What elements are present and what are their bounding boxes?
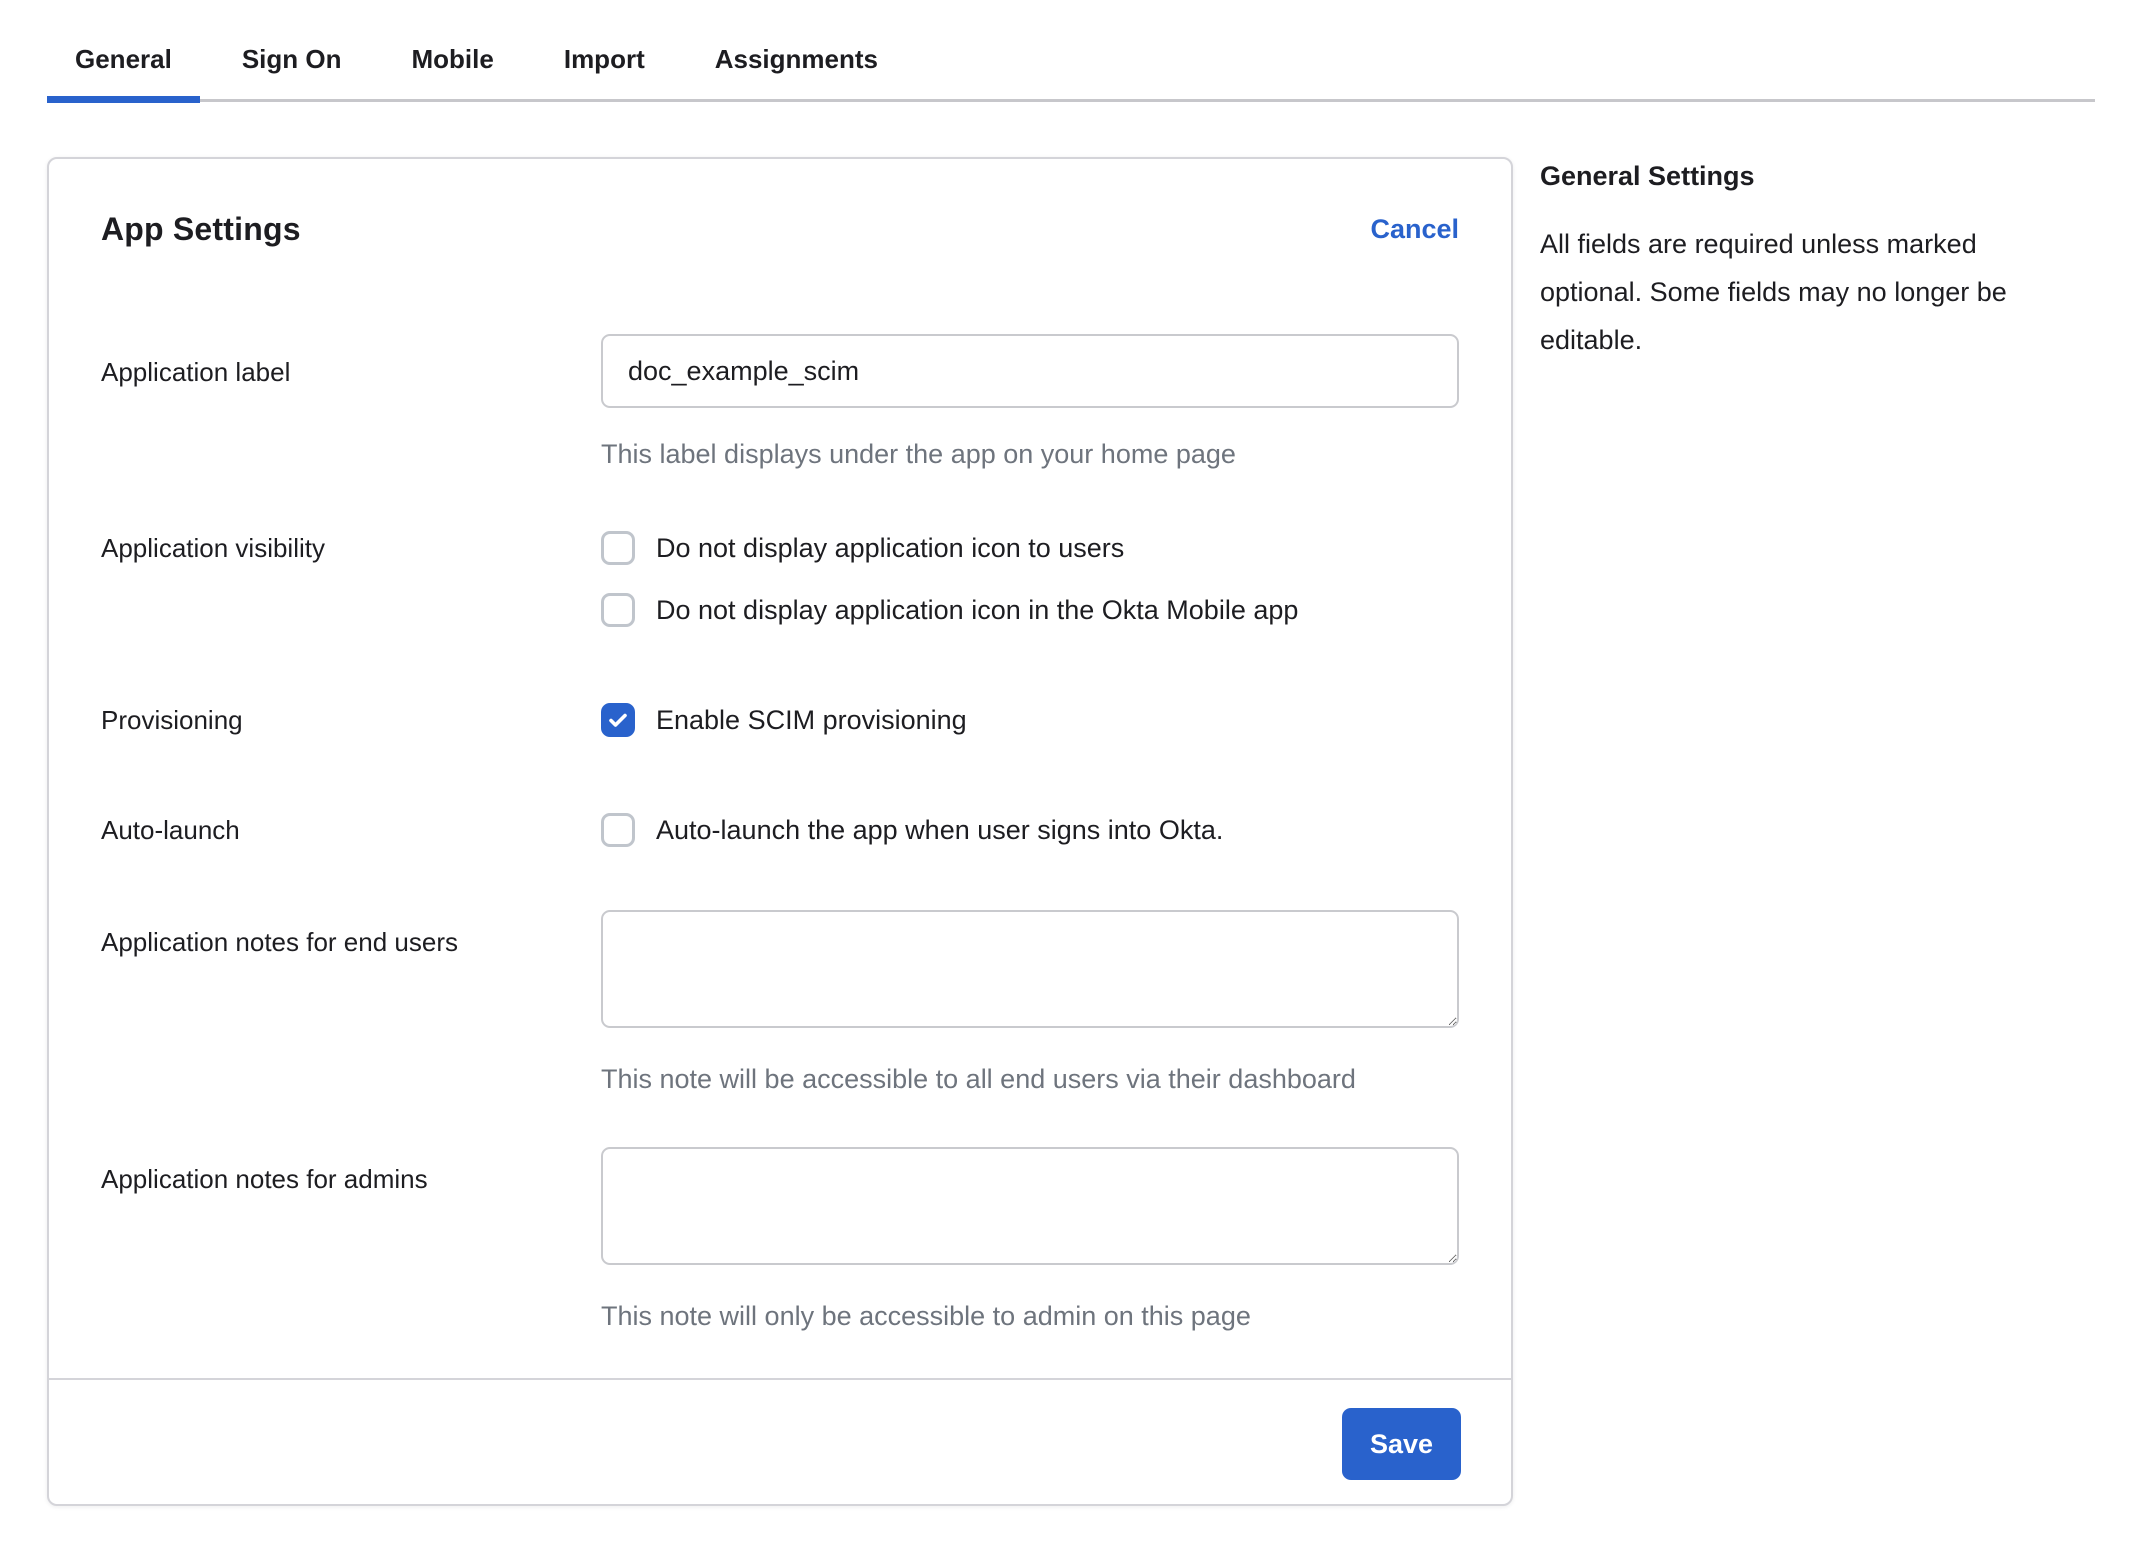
card-title: App Settings xyxy=(101,211,301,248)
provisioning-row: Provisioning Enable SCIM provisioning xyxy=(101,702,1459,738)
checkbox-hide-icon-mobile[interactable]: Do not display application icon in the O… xyxy=(601,592,1459,628)
application-label-row: Application label This label displays un… xyxy=(101,334,1459,470)
application-visibility-row: Application visibility Do not display ap… xyxy=(101,530,1459,628)
checkbox-box xyxy=(601,593,635,627)
auto-launch-row: Auto-launch Auto-launch the app when use… xyxy=(101,812,1459,848)
notes-admins-helper: This note will only be accessible to adm… xyxy=(601,1300,1459,1332)
checkbox-enable-scim[interactable]: Enable SCIM provisioning xyxy=(601,702,1459,738)
help-panel-title: General Settings xyxy=(1540,161,2040,192)
checkbox-hide-icon-users[interactable]: Do not display application icon to users xyxy=(601,530,1459,566)
checkbox-auto-launch[interactable]: Auto-launch the app when user signs into… xyxy=(601,812,1459,848)
notes-admins-row: Application notes for admins This note w… xyxy=(101,1147,1459,1332)
notes-end-users-helper: This note will be accessible to all end … xyxy=(601,1063,1459,1095)
cancel-link[interactable]: Cancel xyxy=(1370,214,1459,245)
tab-mobile[interactable]: Mobile xyxy=(384,30,522,99)
notes-admins-textarea[interactable] xyxy=(601,1147,1459,1265)
application-visibility-label: Application visibility xyxy=(101,530,601,628)
tab-import[interactable]: Import xyxy=(536,30,673,99)
app-settings-card: App Settings Cancel Application label Th… xyxy=(47,157,1513,1506)
help-panel-body: All fields are required unless marked op… xyxy=(1540,220,2035,364)
auto-launch-label: Auto-launch xyxy=(101,812,601,848)
checkbox-box xyxy=(601,703,635,737)
card-header: App Settings Cancel xyxy=(49,159,1511,248)
content-area: App Settings Cancel Application label Th… xyxy=(47,157,2095,1506)
checkbox-label: Do not display application icon to users xyxy=(656,530,1124,566)
provisioning-label: Provisioning xyxy=(101,702,601,738)
help-panel: General Settings All fields are required… xyxy=(1540,157,2040,364)
checkbox-box xyxy=(601,531,635,565)
checkbox-box xyxy=(601,813,635,847)
tab-sign-on[interactable]: Sign On xyxy=(214,30,370,99)
checkmark-icon xyxy=(606,708,630,732)
card-footer: Save xyxy=(49,1378,1511,1504)
tab-assignments[interactable]: Assignments xyxy=(687,30,906,99)
card-body: Application label This label displays un… xyxy=(49,248,1511,1378)
tab-general[interactable]: General xyxy=(47,30,200,99)
save-button[interactable]: Save xyxy=(1342,1408,1461,1480)
notes-admins-label: Application notes for admins xyxy=(101,1147,601,1332)
application-label-label: Application label xyxy=(101,334,601,470)
application-label-input[interactable] xyxy=(601,334,1459,408)
notes-end-users-textarea[interactable] xyxy=(601,910,1459,1028)
page: General Sign On Mobile Import Assignment… xyxy=(0,30,2142,1506)
application-label-helper: This label displays under the app on you… xyxy=(601,438,1459,470)
checkbox-label: Do not display application icon in the O… xyxy=(656,592,1298,628)
checkbox-label: Enable SCIM provisioning xyxy=(656,702,967,738)
checkbox-label: Auto-launch the app when user signs into… xyxy=(656,812,1223,848)
notes-end-users-row: Application notes for end users This not… xyxy=(101,910,1459,1095)
tab-bar: General Sign On Mobile Import Assignment… xyxy=(47,30,2095,102)
notes-end-users-label: Application notes for end users xyxy=(101,910,601,1095)
